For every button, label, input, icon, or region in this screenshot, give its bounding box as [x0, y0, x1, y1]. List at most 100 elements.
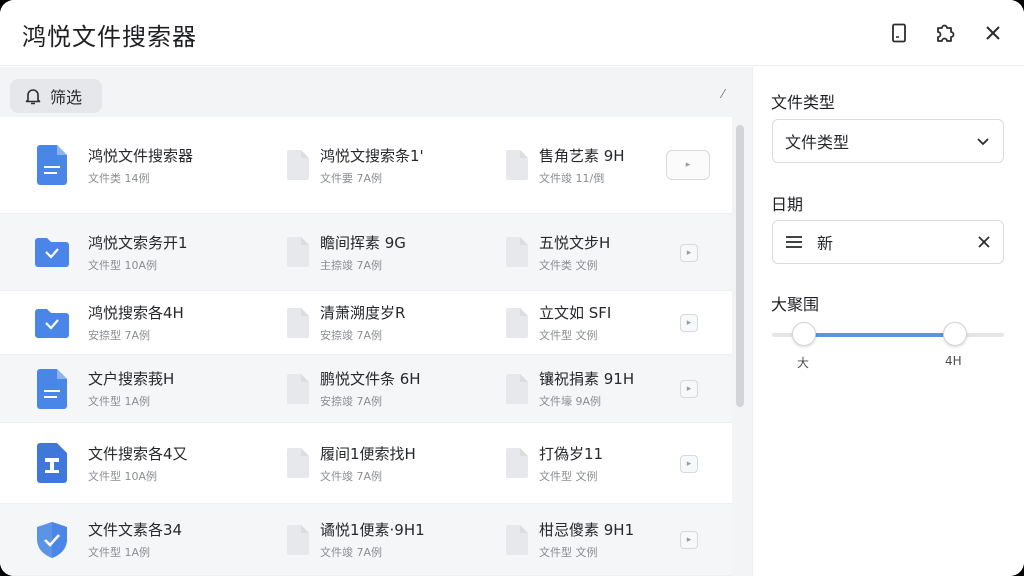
file-name: 履间1便索找H	[320, 444, 416, 463]
file-meta: 文件型 10A例	[88, 258, 158, 272]
range-max-label: 4H	[945, 354, 962, 368]
file-placeholder-icon	[286, 373, 310, 405]
row-open-icon[interactable]: ▸	[680, 243, 698, 262]
clear-icon[interactable]	[977, 235, 991, 249]
doc-icon	[34, 368, 70, 410]
file-placeholder-icon	[505, 524, 529, 556]
file-name: 鸿悦搜索各4H	[88, 304, 184, 322]
file-placeholder-icon	[505, 149, 529, 181]
archive-icon	[34, 442, 70, 484]
result-cell[interactable]: 文件搜索各4又 文件型 10A例	[34, 423, 188, 503]
table-row[interactable]: 文户搜索莪H 文件型 1A例 鹏悦文件条 6H 安捺竣 7A例 镶祝捐素 91H 文件壕 …	[0, 355, 732, 423]
range-thumb-min[interactable]	[792, 322, 817, 346]
file-name: 瞻间挥素 9G	[320, 233, 406, 252]
app-window: 鸿悦文件搜索器 筛选 ⁄ 鸿悦文件搜索器 文件类 14例 鸿悦文搜索条1' 文件…	[0, 0, 1024, 576]
table-row[interactable]: 文件文素各34 文件型 1A例 谲悦1便素·9H1 文件竣 7A例 柑忌傻素 9H1 文件…	[0, 504, 732, 576]
file-name: 鹏悦文件条 6H	[320, 370, 421, 388]
table-row[interactable]: 鸿悦文索务开1 文件型 10A例 瞻间挥素 9G 主捺竣 7A例 五悦文步H 文件类 文例…	[0, 214, 732, 291]
file-name: 鸿悦文搜索条1'	[320, 146, 424, 165]
file-name: 打偽岁11	[539, 444, 604, 463]
file-meta: 文件类 文例	[539, 258, 598, 272]
close-icon	[986, 26, 1000, 40]
file-placeholder-icon	[286, 307, 310, 339]
range-min-label: 大	[797, 356, 810, 370]
result-cell[interactable]: 柑忌傻素 9H1 文件型 文例	[505, 504, 634, 575]
file-meta: 文件竣 7A例	[320, 546, 383, 559]
result-cell[interactable]: 立文如 SFI 文件型 文例	[505, 291, 611, 354]
range-fill	[804, 333, 956, 337]
result-cell[interactable]: 五悦文步H 文件类 文例	[505, 214, 610, 290]
result-cell[interactable]: 售角艺素 9H 文件竣 11/倒	[505, 117, 625, 213]
row-open-icon[interactable]: ▸	[666, 150, 710, 180]
file-name: 鸿悦文索务开1	[88, 233, 188, 252]
result-cell[interactable]: 文户搜索莪H 文件型 1A例	[34, 355, 174, 422]
bell-icon	[25, 89, 41, 105]
puzzle-icon	[937, 24, 955, 42]
file-name: 谲悦1便素·9H1	[320, 521, 425, 539]
result-cell[interactable]: 打偽岁11 文件型 文例	[505, 423, 603, 503]
row-open-icon[interactable]: ▸	[680, 314, 698, 332]
file-name: 立文如 SFI	[539, 304, 612, 322]
result-cell[interactable]: 清萧溯度岁R 安捺竣 7A例	[286, 291, 405, 354]
file-meta: 文件型 1A例	[88, 395, 151, 408]
result-cell[interactable]: 鸿悦文搜索条1' 文件要 7A例	[286, 117, 424, 213]
file-name: 清萧溯度岁R	[320, 304, 406, 322]
bookmark-button[interactable]	[886, 20, 912, 46]
file-name: 五悦文步H	[539, 233, 611, 252]
file-name: 文户搜索莪H	[88, 370, 175, 388]
file-type-label: 文件类型	[771, 93, 836, 112]
doc-icon	[34, 144, 70, 186]
file-name: 文件文素各34	[88, 521, 183, 539]
file-meta: 安捺竣 7A例	[320, 329, 383, 342]
file-placeholder-icon	[286, 524, 310, 556]
file-meta: 文件要 7A例	[320, 171, 383, 185]
results-list: 鸿悦文件搜索器 文件类 14例 鸿悦文搜索条1' 文件要 7A例 售角艺素 9H 文件竣 …	[0, 117, 732, 576]
result-cell[interactable]: 鸿悦文件搜索器 文件类 14例	[34, 117, 193, 213]
result-cell[interactable]: 履间1便索找H 文件竣 7A例	[286, 423, 416, 503]
close-button[interactable]	[980, 20, 1006, 46]
file-type-select[interactable]: 文件类型	[772, 119, 1004, 163]
filter-button[interactable]: 筛选	[10, 79, 102, 113]
file-placeholder-icon	[505, 373, 529, 405]
file-meta: 安捺竣 7A例	[320, 395, 383, 408]
table-row[interactable]: 文件搜索各4又 文件型 10A例 履间1便索找H 文件竣 7A例 打偽岁11 文件型 文例…	[0, 423, 732, 504]
range-label: 大聚围	[771, 295, 820, 314]
result-cell[interactable]: 鸿悦文索务开1 文件型 10A例	[34, 214, 188, 290]
file-placeholder-icon	[505, 236, 529, 268]
shield-icon	[34, 519, 70, 561]
row-open-icon[interactable]: ▸	[680, 454, 698, 473]
collapse-toggle[interactable]: ⁄	[722, 87, 724, 101]
result-cell[interactable]: 鹏悦文件条 6H 安捺竣 7A例	[286, 355, 421, 422]
result-cell[interactable]: 文件文素各34 文件型 1A例	[34, 504, 182, 575]
date-value: 新	[817, 234, 834, 253]
scrollbar[interactable]	[736, 125, 744, 407]
file-meta: 文件型 文例	[539, 546, 598, 559]
file-name: 售角艺素 9H	[539, 146, 625, 165]
extensions-button[interactable]	[932, 20, 958, 46]
result-cell[interactable]: 镶祝捐素 91H 文件壕 9A例	[505, 355, 634, 422]
table-row[interactable]: 鸿悦文件搜索器 文件类 14例 鸿悦文搜索条1' 文件要 7A例 售角艺素 9H 文件竣 …	[0, 117, 732, 214]
file-name: 镶祝捐素 91H	[539, 370, 635, 388]
result-cell[interactable]: 瞻间挥素 9G 主捺竣 7A例	[286, 214, 406, 290]
file-placeholder-icon	[505, 447, 529, 479]
file-name: 柑忌傻素 9H1	[539, 521, 635, 539]
result-cell[interactable]: 谲悦1便素·9H1 文件竣 7A例	[286, 504, 425, 575]
app-title: 鸿悦文件搜索器	[22, 23, 197, 51]
row-open-icon[interactable]: ▸	[680, 380, 698, 398]
table-row[interactable]: 鸿悦搜索各4H 安捺型 7A例 清萧溯度岁R 安捺竣 7A例 立文如 SFI 文件型 文例…	[0, 291, 732, 355]
result-cell[interactable]: 鸿悦搜索各4H 安捺型 7A例	[34, 291, 184, 354]
filter-label: 筛选	[50, 88, 83, 107]
results-pane: 筛选 ⁄ 鸿悦文件搜索器 文件类 14例 鸿悦文搜索条1' 文件要 7A例 售角艺素 9…	[0, 67, 752, 576]
date-field[interactable]: 新	[772, 220, 1004, 264]
range-slider[interactable]	[772, 322, 1004, 346]
filter-sidebar: 文件类型 文件类型 日期 新 大聚围 大 4H	[752, 67, 1024, 576]
file-meta: 文件型 文例	[539, 329, 598, 342]
chevron-down-icon	[977, 138, 989, 146]
folder-icon	[34, 231, 70, 273]
range-thumb-max[interactable]	[943, 322, 968, 346]
bookmark-icon	[892, 23, 906, 43]
file-name: 文件搜索各4又	[88, 444, 188, 463]
file-meta: 文件壕 9A例	[539, 395, 602, 408]
row-open-icon[interactable]: ▸	[680, 531, 698, 549]
file-placeholder-icon	[286, 447, 310, 479]
